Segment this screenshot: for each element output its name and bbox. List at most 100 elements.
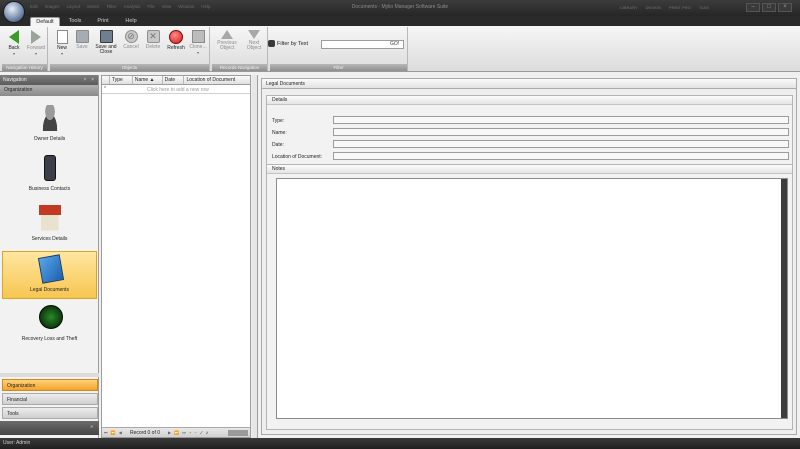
delete-label: Delete <box>145 44 161 50</box>
clone-button[interactable]: Clone... ▾ <box>188 30 208 55</box>
pin-icon[interactable]: ᵖ <box>84 75 86 85</box>
location-field[interactable] <box>333 152 789 160</box>
refresh-button[interactable]: Refresh <box>165 30 187 51</box>
radar-icon <box>39 305 63 329</box>
detail-body: Details Type: Name: Date: Location of Do… <box>261 89 797 435</box>
refresh-icon <box>169 30 183 44</box>
nav-item-owner-details[interactable]: Owner Details <box>2 101 97 149</box>
ribbon: Back ▾ Forward ▾ Navigation History New … <box>0 26 800 72</box>
right-menu-item[interactable]: PRINT PRO <box>669 5 691 10</box>
next-object-button[interactable]: Next Object <box>241 30 267 51</box>
close-button[interactable]: × <box>778 3 792 12</box>
column-header-name[interactable]: Name ▲ <box>133 76 163 84</box>
nav-category-organization[interactable]: Organization <box>2 379 98 391</box>
group-label: Filter <box>270 64 407 71</box>
chevron-icon[interactable]: » <box>90 424 93 430</box>
new-row[interactable]: * Click here to add a new row <box>102 85 250 94</box>
previous-object-label: Previous Object <box>217 40 237 51</box>
column-header-location[interactable]: Location of Document <box>184 76 250 84</box>
nav-item-label: Services Details <box>31 236 68 242</box>
down-arrow-icon <box>248 30 260 39</box>
tab-help[interactable]: Help <box>118 17 144 26</box>
back-dropdown-icon: ▾ <box>12 51 15 56</box>
save-disk-icon <box>75 30 89 43</box>
clone-dropdown-icon: ▾ <box>196 50 199 55</box>
go-button[interactable]: GO! <box>390 41 399 47</box>
nav-item-legal-documents[interactable]: Legal Documents <box>2 251 97 299</box>
save-label: Save <box>76 44 88 50</box>
maximize-button[interactable]: □ <box>762 3 776 12</box>
row-indicator-header <box>102 76 110 84</box>
group-navigation-history: Back ▾ Forward ▾ Navigation History <box>2 27 48 71</box>
right-menu-item[interactable]: TASK <box>699 5 710 10</box>
new-button[interactable]: New ▾ <box>53 30 71 56</box>
title-bar: Edit Images Layout Select Filter Analysi… <box>0 0 800 23</box>
record-counter: Record 0 of 0 <box>130 430 161 436</box>
nav-item-business-contacts[interactable]: Business Contacts <box>2 151 97 199</box>
type-field[interactable] <box>333 116 789 124</box>
binoculars-icon <box>268 40 275 47</box>
group-label: Objects <box>50 64 209 71</box>
group-objects: New ▾ Save Save and Close ⊘ Cancel ✕ Del… <box>50 27 210 71</box>
nav-item-label: Owner Details <box>33 136 66 142</box>
notes-header: Notes <box>267 165 792 174</box>
forward-arrow-icon <box>31 30 41 44</box>
cancel-button[interactable]: ⊘ Cancel <box>121 30 141 50</box>
tab-tools[interactable]: Tools <box>62 17 88 26</box>
navigation-header: Navigation ᵖ × <box>0 75 98 85</box>
notes-groupbox: Notes <box>266 164 793 430</box>
new-row-hint: Click here to add a new row <box>147 87 209 93</box>
save-close-label: Save and Close <box>95 44 117 55</box>
minimize-button[interactable]: – <box>746 3 760 12</box>
refresh-label: Refresh <box>167 45 185 51</box>
forward-dropdown-icon: ▾ <box>34 51 37 56</box>
previous-object-button[interactable]: Previous Object <box>214 30 240 51</box>
navigator-next-last-buttons[interactable]: ▶ ⏩ ⏭ + − ✓ ✗ <box>168 430 209 435</box>
navigator-first-prev-buttons[interactable]: ⏮ ⏪ ◀ <box>104 430 123 435</box>
nav-category-financial[interactable]: Financial <box>2 393 98 405</box>
horizontal-scrollbar[interactable] <box>228 430 248 436</box>
new-dropdown-icon: ▾ <box>60 51 63 56</box>
name-field[interactable] <box>333 128 789 136</box>
close-icon[interactable]: × <box>91 75 94 85</box>
app-menu-orb[interactable] <box>3 1 25 23</box>
group-label: Navigation History <box>2 64 47 71</box>
person-icon <box>39 105 61 131</box>
navigation-group-header[interactable]: Organization <box>0 85 98 96</box>
nav-item-recovery-loss-theft[interactable]: Recovery Loss and Theft <box>2 301 97 349</box>
new-document-icon <box>56 30 68 44</box>
nav-category-tools[interactable]: Tools <box>2 407 98 419</box>
notebook-icon <box>37 254 65 284</box>
save-button[interactable]: Save <box>73 30 91 50</box>
forward-button[interactable]: Forward ▾ <box>25 30 47 56</box>
back-button[interactable]: Back ▾ <box>4 30 24 56</box>
detail-pane: Legal Documents Details Type: Name: Date… <box>257 75 800 438</box>
tab-default[interactable]: Default <box>30 17 60 26</box>
location-label: Location of Document: <box>272 154 323 160</box>
right-menu-item[interactable]: DESIGN <box>646 5 661 10</box>
notes-textarea[interactable] <box>276 178 788 419</box>
right-menus: LIBRARY DESIGN PRINT PRO TASK <box>620 5 709 10</box>
back-arrow-icon <box>9 30 19 44</box>
save-close-button[interactable]: Save and Close <box>93 30 119 55</box>
column-header-date[interactable]: Date <box>163 76 185 84</box>
group-filter: Filter <box>270 27 408 71</box>
detail-tab[interactable]: Legal Documents <box>261 78 797 89</box>
tab-print[interactable]: Print <box>90 17 116 26</box>
nav-item-label: Business Contacts <box>28 186 71 192</box>
phone-icon <box>44 155 56 181</box>
delete-button[interactable]: ✕ Delete <box>143 30 163 50</box>
status-user: User: Admin <box>3 440 31 446</box>
group-label: Records Navigation <box>212 64 267 71</box>
column-header-type[interactable]: Type <box>110 76 133 84</box>
type-label: Type: <box>272 118 285 124</box>
nav-splitter[interactable] <box>0 373 99 377</box>
nav-item-label: Recovery Loss and Theft <box>21 336 78 342</box>
notes-scrollbar[interactable] <box>781 179 787 418</box>
ribbon-tab-bar: Default Tools Print Help <box>0 16 800 26</box>
up-arrow-icon <box>221 30 233 39</box>
right-menu-item[interactable]: LIBRARY <box>620 5 638 10</box>
delete-x-icon: ✕ <box>146 30 160 43</box>
date-field[interactable] <box>333 140 789 148</box>
nav-item-services-details[interactable]: Services Details <box>2 201 97 249</box>
